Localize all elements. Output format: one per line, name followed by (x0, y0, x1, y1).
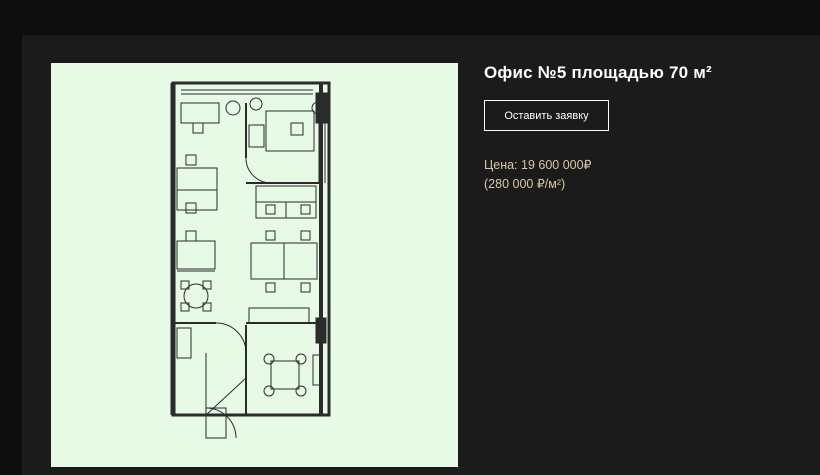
price-total: Цена: 19 600 000₽ (484, 158, 592, 172)
price-per-m2: (280 000 ₽/м²) (484, 177, 566, 191)
listing-title: Офис №5 площадью 70 м² (484, 63, 712, 82)
floor-plan-drawing (170, 81, 331, 439)
request-button[interactable]: Оставить заявку (484, 100, 609, 131)
floor-plan-image[interactable] (51, 63, 458, 467)
price-block: Цена: 19 600 000₽ (280 000 ₽/м²) (484, 156, 592, 194)
